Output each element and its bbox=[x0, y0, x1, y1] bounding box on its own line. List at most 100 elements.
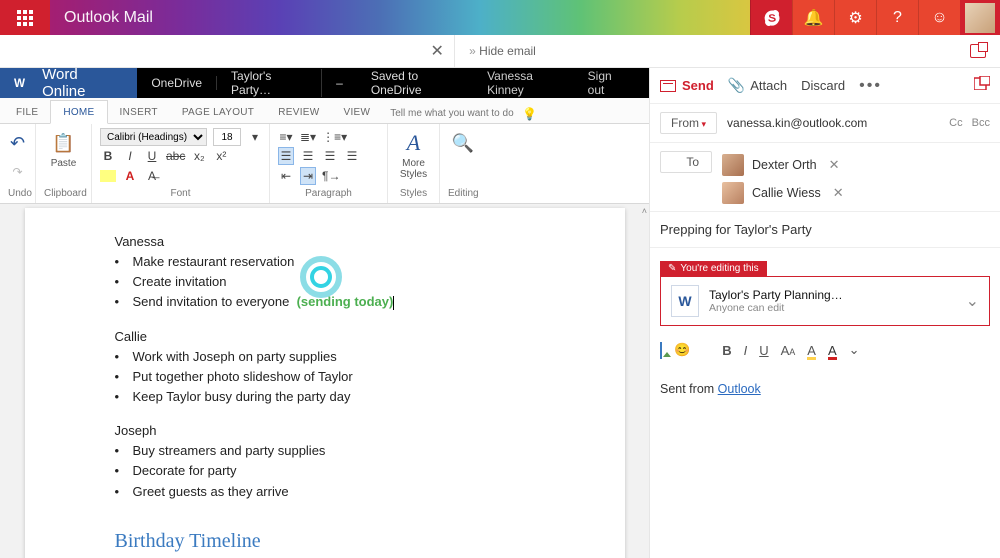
tab-home[interactable]: HOME bbox=[50, 100, 107, 124]
recipient-chip[interactable]: Dexter Orth ✕ bbox=[722, 151, 990, 179]
avatar-icon bbox=[722, 154, 744, 176]
font-family-select[interactable]: Calibri (Headings) bbox=[100, 128, 207, 146]
undo-button[interactable]: ↶ bbox=[8, 128, 27, 158]
subscript-button[interactable]: x₂ bbox=[191, 147, 207, 165]
find-button[interactable]: 🔍 bbox=[448, 128, 478, 158]
from-label[interactable]: From bbox=[660, 112, 717, 134]
recipient-chip[interactable]: Callie Wiess ✕ bbox=[722, 179, 990, 207]
word-signout[interactable]: Sign out bbox=[578, 69, 639, 97]
tell-me-input[interactable] bbox=[388, 104, 518, 123]
recipient-list[interactable]: Dexter Orth ✕ Callie Wiess ✕ bbox=[722, 151, 990, 207]
italic-button[interactable]: I bbox=[744, 343, 748, 358]
word-user-name[interactable]: Vanessa Kinney bbox=[477, 69, 578, 97]
italic-button[interactable]: I bbox=[122, 147, 138, 165]
highlight-button[interactable] bbox=[100, 170, 116, 182]
tab-review[interactable]: REVIEW bbox=[266, 101, 331, 123]
align-left-button[interactable]: ☰ bbox=[278, 147, 294, 165]
chevron-down-icon[interactable]: ⌄ bbox=[966, 291, 979, 311]
document-page[interactable]: Vanessa Make restaurant reservation Crea… bbox=[25, 208, 625, 558]
font-size-dropdown-icon[interactable]: ▾ bbox=[247, 128, 263, 146]
help-icon[interactable]: ? bbox=[876, 0, 918, 35]
user-avatar[interactable] bbox=[960, 0, 1000, 35]
breadcrumb-onedrive[interactable]: OneDrive bbox=[137, 76, 217, 90]
tab-file[interactable]: FILE bbox=[4, 101, 50, 123]
group-label-editing: Editing bbox=[448, 186, 478, 201]
insert-emoji-icon[interactable]: 😊 bbox=[674, 342, 690, 358]
task-list: Buy streamers and party supplies Decorat… bbox=[115, 441, 535, 501]
align-center-button[interactable]: ☰ bbox=[300, 147, 316, 165]
subject-field[interactable]: Prepping for Taylor's Party bbox=[650, 212, 1000, 248]
editing-flag-label: You're editing this bbox=[660, 261, 767, 276]
document-canvas[interactable]: ˄ Vanessa Make restaurant reservation Cr… bbox=[0, 204, 649, 558]
popout-compose-icon[interactable] bbox=[974, 76, 990, 95]
underline-button[interactable]: U bbox=[144, 147, 160, 165]
notifications-icon[interactable]: 🔔 bbox=[792, 0, 834, 35]
font-color-button[interactable]: A bbox=[828, 343, 837, 358]
discard-button[interactable]: Discard bbox=[801, 78, 845, 93]
highlight-button[interactable]: A bbox=[807, 343, 816, 358]
indent-button[interactable]: ⇥ bbox=[300, 167, 316, 185]
font-color-button[interactable]: A bbox=[122, 167, 138, 185]
app-launcher-icon[interactable] bbox=[0, 0, 50, 35]
multilevel-button[interactable]: ⋮≡▾ bbox=[322, 128, 347, 146]
attach-button[interactable]: 📎Attach bbox=[728, 77, 787, 94]
outdent-button[interactable]: ⇤ bbox=[278, 167, 294, 185]
send-label: Send bbox=[682, 78, 714, 93]
hide-email-link[interactable]: Hide email bbox=[455, 44, 550, 58]
signature-link[interactable]: Outlook bbox=[718, 382, 761, 396]
attachment-card[interactable]: Taylor's Party Planning… Anyone can edit… bbox=[660, 276, 990, 326]
redo-button[interactable]: ↷ bbox=[8, 163, 27, 181]
recipient-name: Dexter Orth bbox=[752, 158, 817, 172]
from-field: From vanessa.kin@outlook.com Cc Bcc bbox=[650, 104, 1000, 143]
font-size-button[interactable]: AA bbox=[781, 343, 796, 358]
compose-pane: Send 📎Attach Discard ••• From vanessa.ki… bbox=[650, 68, 1000, 558]
bold-button[interactable]: B bbox=[722, 343, 731, 358]
editing-flag: You're editing this bbox=[660, 258, 990, 276]
more-actions-button[interactable]: ••• bbox=[859, 77, 882, 95]
skype-icon[interactable] bbox=[750, 0, 792, 35]
format-toolbar: 😊 B I U AA A A ⌄ bbox=[650, 336, 1000, 358]
remove-recipient-icon[interactable]: ✕ bbox=[829, 157, 840, 173]
attachment-subtitle: Anyone can edit bbox=[709, 302, 956, 314]
underline-button[interactable]: U bbox=[759, 343, 768, 358]
to-label[interactable]: To bbox=[660, 151, 712, 173]
close-icon[interactable]: ✕ bbox=[420, 41, 454, 61]
spacer bbox=[167, 0, 750, 35]
insert-image-icon[interactable] bbox=[660, 343, 662, 358]
tab-page-layout[interactable]: PAGE LAYOUT bbox=[170, 101, 266, 123]
numbering-button[interactable]: ≣▾ bbox=[300, 128, 316, 146]
scrollbar[interactable]: ˄ bbox=[639, 204, 647, 558]
paste-button[interactable]: 📋 Paste bbox=[44, 128, 83, 171]
scroll-up-icon[interactable]: ˄ bbox=[642, 206, 647, 216]
send-button[interactable]: Send bbox=[660, 78, 714, 93]
popout-icon[interactable] bbox=[970, 44, 986, 58]
bullets-button[interactable]: ≡▾ bbox=[278, 128, 294, 146]
word-logo-icon[interactable]: W bbox=[0, 68, 38, 98]
align-right-button[interactable]: ☰ bbox=[322, 147, 338, 165]
paperclip-icon: 📎 bbox=[728, 77, 745, 94]
list-item-text: Send invitation to everyone bbox=[133, 294, 290, 309]
tell-me-box[interactable]: 💡 bbox=[388, 104, 537, 123]
list-item: Put together photo slideshow of Taylor bbox=[115, 367, 535, 387]
settings-icon[interactable]: ⚙ bbox=[834, 0, 876, 35]
breadcrumb-doc[interactable]: Taylor's Party… bbox=[217, 69, 322, 97]
remove-recipient-icon[interactable]: ✕ bbox=[833, 185, 844, 201]
strike-button[interactable]: abc bbox=[166, 147, 185, 165]
bcc-link[interactable]: Bcc bbox=[972, 117, 990, 129]
breadcrumb: OneDrive Taylor's Party… – Saved to OneD… bbox=[137, 68, 477, 98]
cc-link[interactable]: Cc bbox=[949, 117, 962, 129]
ltr-button[interactable]: ¶→ bbox=[322, 167, 340, 185]
lightbulb-icon: 💡 bbox=[522, 107, 537, 121]
clear-format-button[interactable]: A̶ bbox=[144, 167, 160, 185]
justify-button[interactable]: ☰ bbox=[344, 147, 360, 165]
format-more-icon[interactable]: ⌄ bbox=[849, 342, 860, 358]
word-title-bar: W Word Online OneDrive Taylor's Party… –… bbox=[0, 68, 649, 98]
more-styles-button[interactable]: A More Styles bbox=[396, 128, 431, 182]
tab-insert[interactable]: INSERT bbox=[108, 101, 170, 123]
superscript-button[interactable]: x² bbox=[213, 147, 229, 165]
bold-button[interactable]: B bbox=[100, 147, 116, 165]
feedback-smile-icon[interactable]: ☺ bbox=[918, 0, 960, 35]
font-size-input[interactable] bbox=[213, 128, 241, 146]
tab-view[interactable]: VIEW bbox=[331, 101, 382, 123]
global-header: Outlook Mail 🔔 ⚙ ? ☺ bbox=[0, 0, 1000, 35]
